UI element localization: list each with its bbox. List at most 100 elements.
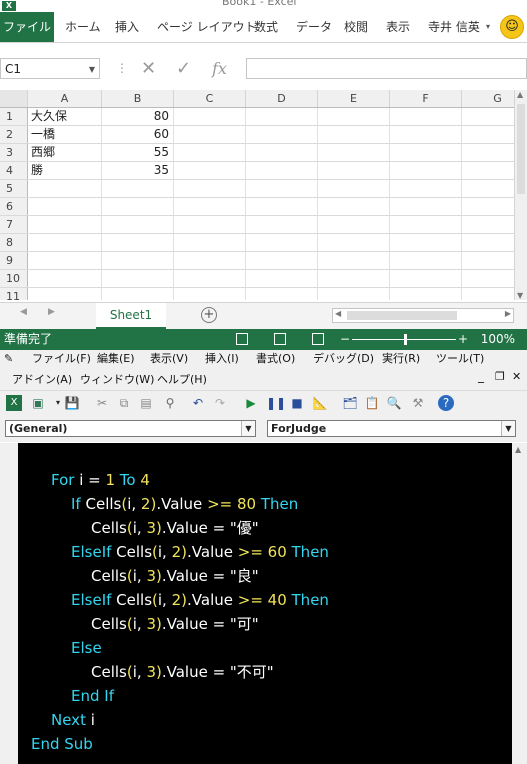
cell[interactable]	[462, 252, 514, 269]
cell[interactable]: 大久保	[28, 108, 102, 125]
scroll-thumb[interactable]	[517, 104, 525, 194]
cell[interactable]	[318, 216, 390, 233]
menu-debug[interactable]: デバッグ(D)	[313, 350, 374, 366]
cell[interactable]: 勝	[28, 162, 102, 179]
code-scrollbar[interactable]: ▲	[512, 443, 527, 764]
cell[interactable]	[462, 234, 514, 251]
worksheet-grid[interactable]: A B C D E F G 1 大久保 80 2 一橋 60 3 西郷 55 4 勝 35 5 6 7 8 9 1…	[0, 90, 514, 300]
cut-icon[interactable]: ✂	[94, 395, 110, 411]
code-line[interactable]: End Sub	[31, 734, 93, 754]
cell[interactable]	[318, 180, 390, 197]
zoom-slider-thumb[interactable]	[404, 334, 407, 345]
code-line[interactable]: If Cells(i, 2).Value >= 80 Then	[71, 494, 298, 514]
code-line[interactable]: Cells(i, 3).Value = "可"	[91, 614, 259, 634]
column-header[interactable]: F	[390, 90, 462, 107]
cell[interactable]	[318, 198, 390, 215]
cell[interactable]	[462, 126, 514, 143]
cell[interactable]	[28, 270, 102, 287]
page-layout-view-icon[interactable]	[274, 333, 286, 345]
row-header[interactable]: 3	[0, 144, 28, 161]
cell[interactable]	[318, 144, 390, 161]
object-combo[interactable]: (General) ▼	[5, 420, 256, 437]
formula-input[interactable]	[246, 58, 527, 79]
cell[interactable]	[390, 144, 462, 161]
code-editor[interactable]: For i = 1 To 4 If Cells(i, 2).Value >= 80…	[18, 443, 512, 764]
cell[interactable]	[390, 180, 462, 197]
cell[interactable]	[462, 216, 514, 233]
cell[interactable]	[318, 252, 390, 269]
toolbox-icon[interactable]: ⚒	[410, 395, 426, 411]
code-line[interactable]: For i = 1 To 4	[51, 470, 150, 490]
cell[interactable]	[462, 270, 514, 287]
column-header[interactable]: C	[174, 90, 246, 107]
cell[interactable]	[174, 252, 246, 269]
cell[interactable]	[102, 180, 174, 197]
sheet-tab[interactable]: Sheet1	[96, 303, 166, 329]
cell[interactable]	[174, 162, 246, 179]
cell[interactable]	[174, 216, 246, 233]
cell[interactable]	[174, 108, 246, 125]
cell[interactable]	[390, 252, 462, 269]
row-header[interactable]: 6	[0, 198, 28, 215]
cell[interactable]: 西郷	[28, 144, 102, 161]
cell[interactable]	[102, 216, 174, 233]
cell[interactable]	[390, 162, 462, 179]
cell[interactable]: 35	[102, 162, 174, 179]
scroll-right-icon[interactable]: ▶	[505, 309, 511, 318]
next-sheet-icon[interactable]: ▶	[48, 307, 55, 317]
cell[interactable]	[390, 270, 462, 287]
cell[interactable]	[246, 288, 318, 300]
name-box[interactable]: C1 ▼	[0, 58, 100, 79]
normal-view-icon[interactable]	[236, 333, 248, 345]
cell[interactable]	[28, 216, 102, 233]
user-name[interactable]: 寺井 信英	[428, 12, 480, 42]
cell[interactable]	[390, 108, 462, 125]
help-icon[interactable]: ?	[438, 395, 454, 411]
tab-formulas[interactable]: 数式	[254, 12, 278, 42]
scroll-down-icon[interactable]: ▼	[517, 291, 523, 300]
menu-window[interactable]: ウィンドウ(W)	[80, 371, 154, 387]
code-line[interactable]: Else	[71, 638, 102, 658]
zoom-in-icon[interactable]: +	[458, 329, 468, 350]
row-header[interactable]: 4	[0, 162, 28, 179]
tab-review[interactable]: 校閲	[344, 12, 368, 42]
select-all-corner[interactable]	[0, 90, 28, 107]
cell[interactable]	[246, 108, 318, 125]
code-line[interactable]: Cells(i, 3).Value = "不可"	[91, 662, 274, 682]
cell[interactable]	[102, 252, 174, 269]
row-header[interactable]: 5	[0, 180, 28, 197]
insert-module-icon[interactable]: ▣	[30, 395, 46, 411]
menu-edit[interactable]: 編集(E)	[97, 350, 135, 366]
cell[interactable]	[390, 234, 462, 251]
design-mode-icon[interactable]: 📐	[312, 395, 328, 411]
cell[interactable]	[246, 126, 318, 143]
procedure-combo[interactable]: ForJudge ▼	[267, 420, 516, 437]
row-header[interactable]: 10	[0, 270, 28, 287]
paste-icon[interactable]: ▤	[138, 395, 154, 411]
tab-page-layout[interactable]: ページ レイアウト	[157, 12, 257, 42]
cell[interactable]	[174, 288, 246, 300]
vertical-scrollbar[interactable]: ▲ ▼	[514, 90, 527, 300]
restore-icon[interactable]: ❐	[495, 370, 505, 383]
confirm-icon[interactable]: ✓	[176, 58, 191, 79]
code-margin[interactable]	[0, 443, 18, 764]
tab-home[interactable]: ホーム	[65, 12, 101, 42]
cell[interactable]: 60	[102, 126, 174, 143]
cell[interactable]	[102, 270, 174, 287]
menu-addins[interactable]: アドイン(A)	[12, 371, 72, 387]
row-header[interactable]: 7	[0, 216, 28, 233]
code-line[interactable]: Cells(i, 3).Value = "優"	[91, 518, 259, 538]
column-header[interactable]: D	[246, 90, 318, 107]
cell[interactable]	[28, 234, 102, 251]
tab-data[interactable]: データ	[296, 12, 332, 42]
cell[interactable]	[246, 234, 318, 251]
column-header[interactable]: G	[462, 90, 514, 107]
cell[interactable]	[462, 288, 514, 300]
cell[interactable]	[462, 144, 514, 161]
column-header[interactable]: B	[102, 90, 174, 107]
avatar[interactable]: ☺	[500, 15, 524, 39]
scroll-thumb[interactable]	[347, 311, 457, 320]
cell[interactable]	[246, 162, 318, 179]
cell[interactable]	[174, 234, 246, 251]
row-header[interactable]: 1	[0, 108, 28, 125]
